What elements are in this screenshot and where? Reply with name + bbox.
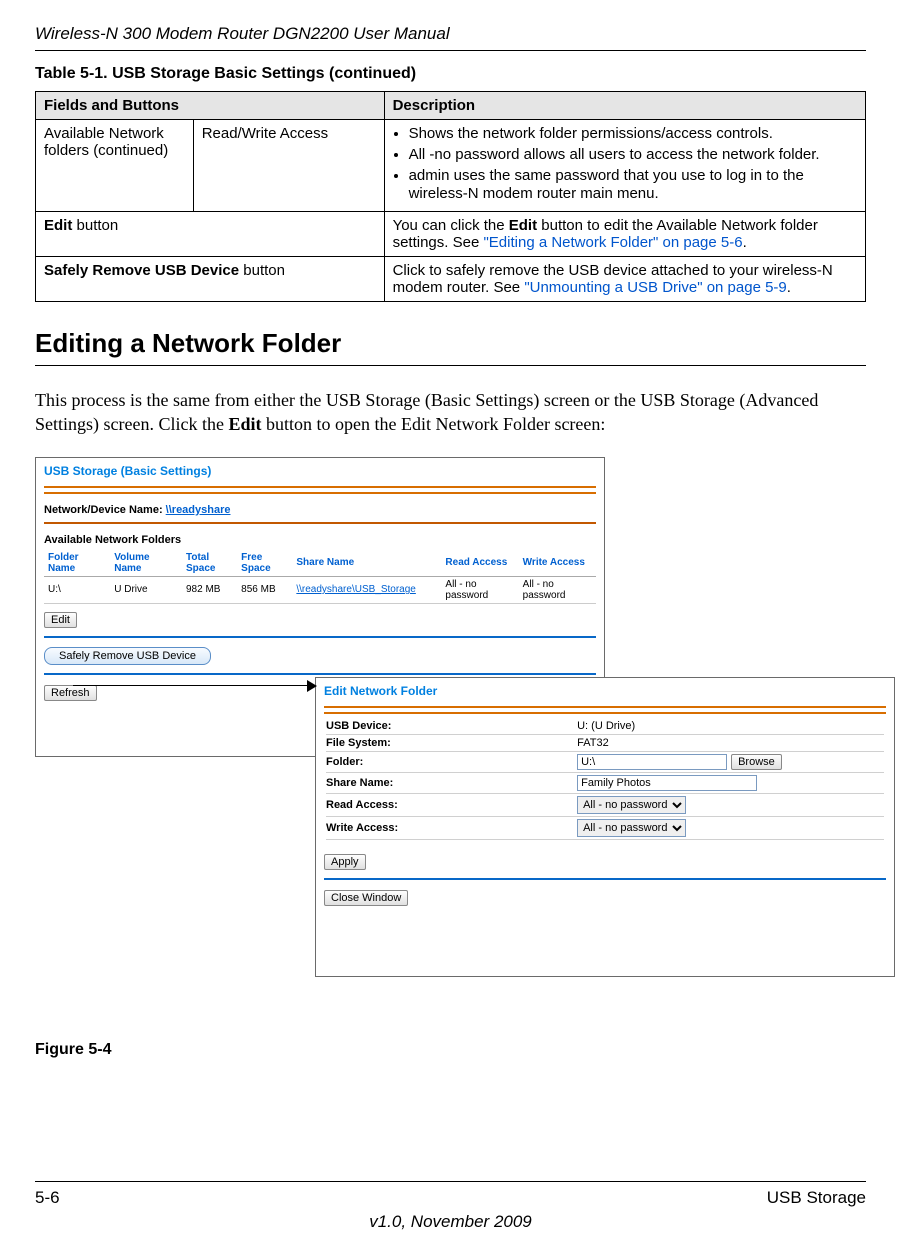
available-folders-label: Available Network Folders xyxy=(36,528,604,548)
col-read-access: Read Access xyxy=(441,550,518,577)
cell: All - no password xyxy=(519,576,596,603)
cell: U Drive xyxy=(110,576,182,603)
table-caption: Table 5-1. USB Storage Basic Settings (c… xyxy=(35,51,866,91)
window-title: Edit Network Folder xyxy=(316,678,894,702)
share-name-input[interactable] xyxy=(577,775,757,791)
folders-table: Folder Name Volume Name Total Space Free… xyxy=(44,550,596,604)
col-volume-name: Volume Name xyxy=(110,550,182,577)
cell-description: You can click the Edit button to edit th… xyxy=(384,212,865,257)
bullet-list: Shows the network folder permissions/acc… xyxy=(393,125,857,204)
usb-device-label: USB Device: xyxy=(326,720,577,732)
cell-share-link[interactable]: \\readyshare\USB_Storage xyxy=(292,576,441,603)
folder-input[interactable] xyxy=(577,754,727,770)
window-title: USB Storage (Basic Settings) xyxy=(36,458,604,482)
col-free-space: Free Space xyxy=(237,550,292,577)
cell-field-name: Available Network folders (continued) xyxy=(36,120,194,212)
write-access-label: Write Access: xyxy=(326,822,577,834)
write-access-select[interactable]: All - no password xyxy=(577,819,686,837)
cell-description: Click to safely remove the USB device at… xyxy=(384,257,865,302)
folder-label: Folder: xyxy=(326,756,577,768)
col-folder-name: Folder Name xyxy=(44,550,110,577)
table-row: Available Network folders (continued) Re… xyxy=(36,120,866,212)
cell-description: Shows the network folder permissions/acc… xyxy=(384,120,865,212)
edit-network-folder-window: Edit Network Folder USB Device:U: (U Dri… xyxy=(315,677,895,977)
safely-remove-button[interactable]: Safely Remove USB Device xyxy=(44,647,211,665)
list-item: admin uses the same password that you us… xyxy=(409,167,857,205)
close-window-button[interactable]: Close Window xyxy=(324,890,408,906)
cell: 856 MB xyxy=(237,576,292,603)
cell-subfield: Read/Write Access xyxy=(193,120,384,212)
read-access-label: Read Access: xyxy=(326,799,577,811)
body-paragraph: This process is the same from either the… xyxy=(35,388,866,437)
cell-field-name: Edit button xyxy=(36,212,385,257)
table-row: Edit button You can click the Edit butto… xyxy=(36,212,866,257)
col-total-space: Total Space xyxy=(182,550,237,577)
refresh-button[interactable]: Refresh xyxy=(44,685,97,701)
settings-table: Fields and Buttons Description Available… xyxy=(35,91,866,302)
table-row: U:\ U Drive 982 MB 856 MB \\readyshare\U… xyxy=(44,576,596,603)
footer-version: v1.0, November 2009 xyxy=(35,1212,866,1232)
table-header-fields: Fields and Buttons xyxy=(36,92,385,120)
screenshot-composite: USB Storage (Basic Settings) Network/Dev… xyxy=(35,457,866,997)
list-item: Shows the network folder permissions/acc… xyxy=(409,125,857,144)
network-name-label: Network/Device Name: \\readyshare xyxy=(36,498,604,518)
section-heading: Editing a Network Folder xyxy=(35,328,866,366)
file-system-label: File System: xyxy=(326,737,577,749)
cross-ref-link[interactable]: "Editing a Network Folder" on page 5-6 xyxy=(483,234,742,251)
cell: All - no password xyxy=(441,576,518,603)
col-share-name: Share Name xyxy=(292,550,441,577)
footer-section: USB Storage xyxy=(767,1188,866,1208)
readyshare-link[interactable]: \\readyshare xyxy=(166,504,231,516)
browse-button[interactable]: Browse xyxy=(731,754,782,770)
arrow-head-icon xyxy=(307,680,317,692)
table-row: Safely Remove USB Device button Click to… xyxy=(36,257,866,302)
list-item: All -no password allows all users to acc… xyxy=(409,146,857,165)
edit-button[interactable]: Edit xyxy=(44,612,77,628)
document-title: Wireless-N 300 Modem Router DGN2200 User… xyxy=(35,0,866,51)
page-number: 5-6 xyxy=(35,1188,60,1208)
file-system-value: FAT32 xyxy=(577,737,884,749)
figure-label: Figure 5-4 xyxy=(35,1041,866,1059)
col-write-access: Write Access xyxy=(519,550,596,577)
cross-ref-link[interactable]: "Unmounting a USB Drive" on page 5-9 xyxy=(524,279,786,296)
share-name-label: Share Name: xyxy=(326,777,577,789)
cell: U:\ xyxy=(44,576,110,603)
apply-button[interactable]: Apply xyxy=(324,854,366,870)
page-footer: 5-6 USB Storage v1.0, November 2009 xyxy=(0,1181,901,1246)
table-header-description: Description xyxy=(384,92,865,120)
cell: 982 MB xyxy=(182,576,237,603)
usb-device-value: U: (U Drive) xyxy=(577,720,884,732)
cell-field-name: Safely Remove USB Device button xyxy=(36,257,385,302)
callout-arrow xyxy=(73,685,315,686)
read-access-select[interactable]: All - no password xyxy=(577,796,686,814)
